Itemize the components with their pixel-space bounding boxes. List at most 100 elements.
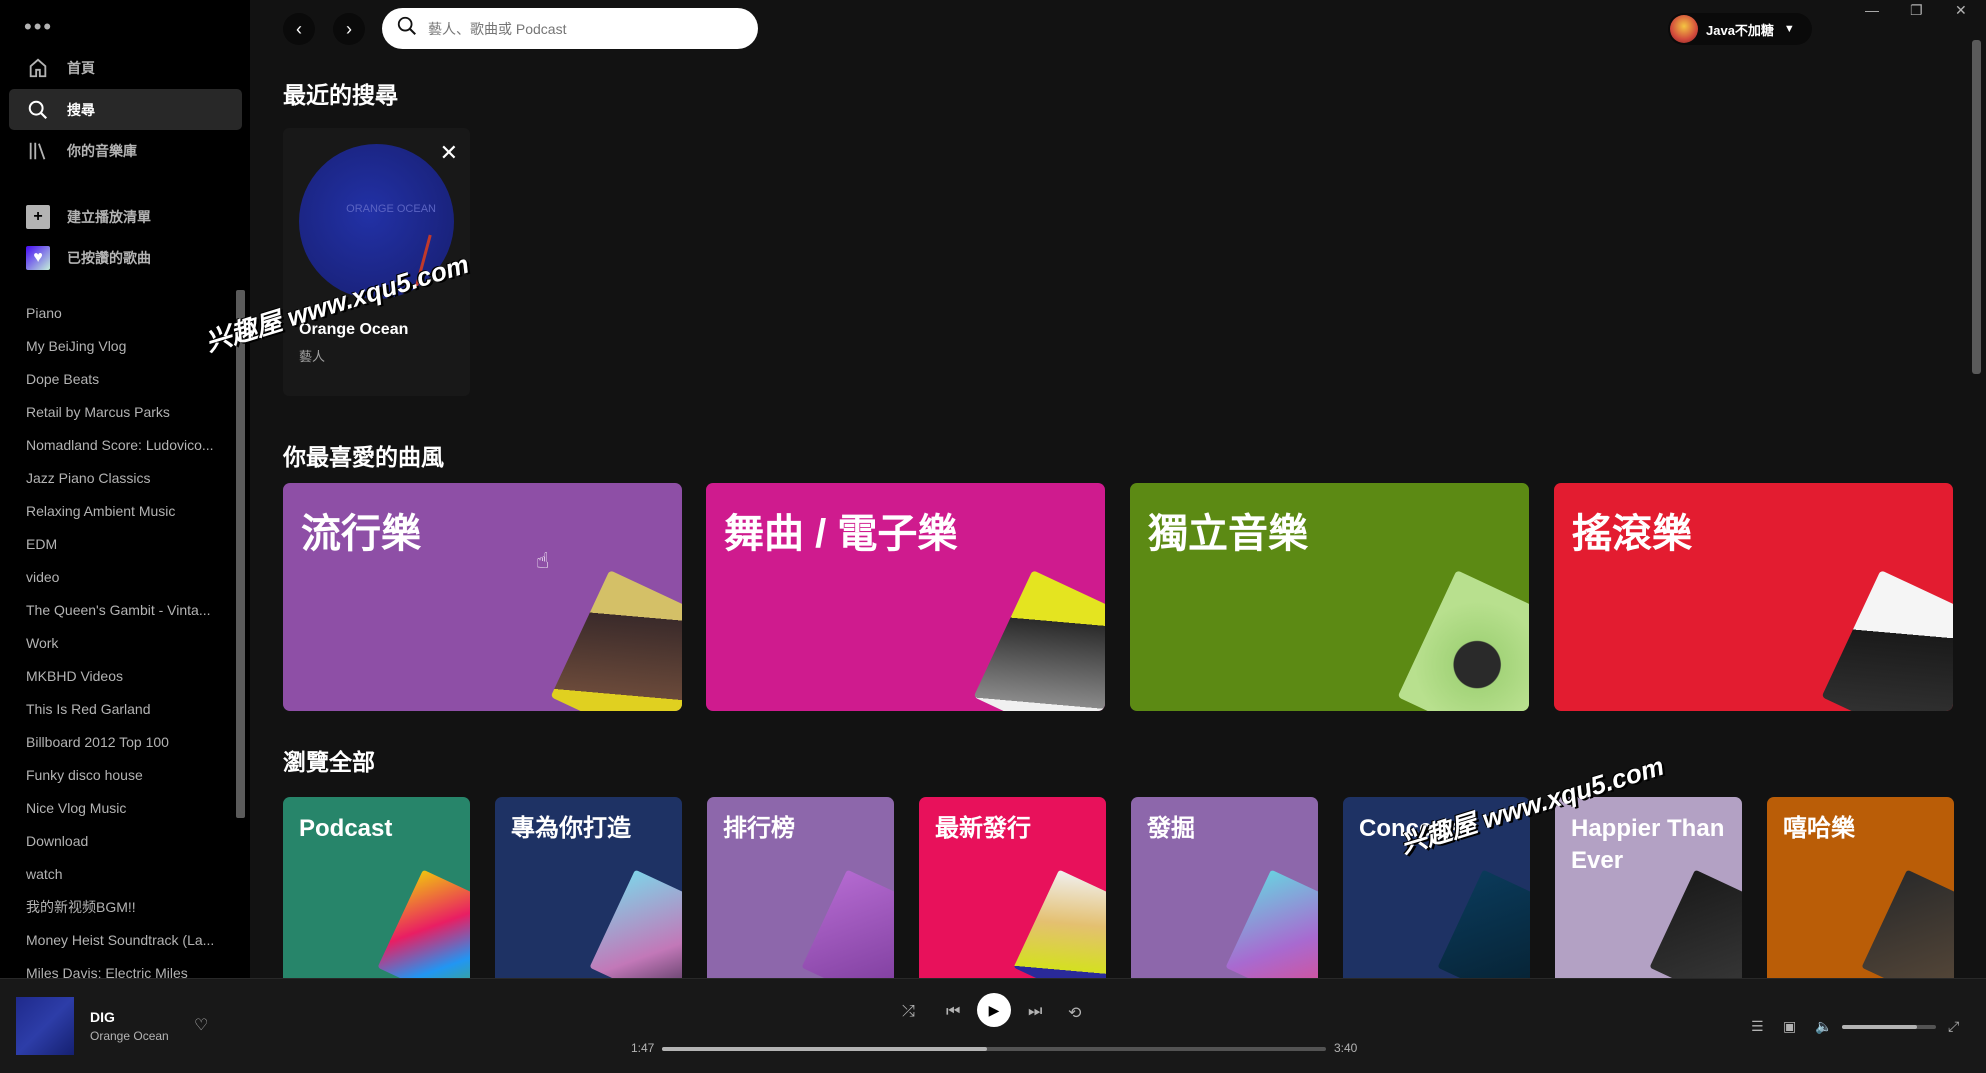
user-menu[interactable]: Java不加糖 ▼ — [1668, 13, 1812, 45]
play-button[interactable]: ▶ — [977, 993, 1011, 1027]
next-icon[interactable]: ⏭ — [1028, 1003, 1042, 1021]
shuffle-icon[interactable]: ⤮ — [902, 1003, 915, 1021]
playlist-item[interactable]: The Queen's Gambit - Vinta... — [26, 597, 226, 630]
playlist-item[interactable]: Jazz Piano Classics — [26, 465, 226, 498]
close-window-icon[interactable]: ✕ — [1955, 2, 1967, 19]
close-icon[interactable]: ✕ — [440, 140, 458, 166]
home-icon — [26, 56, 50, 80]
genre-label: 搖滾樂 — [1572, 512, 1692, 556]
browse-artwork — [377, 869, 470, 980]
liked-songs-button[interactable]: ♥ 已按讚的歌曲 — [26, 246, 151, 270]
playlist-item[interactable]: 我的新视频BGM!! — [26, 894, 226, 927]
queue-icon[interactable]: ☰ — [1751, 1018, 1764, 1035]
search-input[interactable] — [428, 20, 728, 37]
search-icon — [26, 98, 50, 122]
playlist-item[interactable]: Billboard 2012 Top 100 — [26, 729, 226, 762]
nav-home[interactable]: 首頁 — [9, 47, 242, 88]
liked-songs-label: 已按讚的歌曲 — [67, 250, 151, 266]
playlist-list: Piano My BeiJing Vlog Dope Beats Retail … — [26, 300, 226, 993]
forward-button[interactable]: › — [333, 13, 365, 45]
browse-card-made-for-you[interactable]: 專為你打造 — [495, 797, 682, 980]
playlist-item[interactable]: EDM — [26, 531, 226, 564]
playlist-item[interactable]: MKBHD Videos — [26, 663, 226, 696]
browse-label: Podcast — [299, 815, 393, 842]
browse-artwork — [589, 869, 682, 980]
browse-card-discover[interactable]: 發掘 — [1131, 797, 1318, 980]
now-playing-artwork[interactable] — [16, 997, 74, 1055]
browse-all-heading: 瀏覽全部 — [283, 749, 375, 775]
volume-icon[interactable]: 🔈 — [1815, 1018, 1832, 1035]
browse-card-charts[interactable]: 排行榜 — [707, 797, 894, 980]
more-menu-icon[interactable]: ••• — [24, 14, 53, 40]
genre-artwork — [1821, 570, 1953, 711]
back-button[interactable]: ‹ — [283, 13, 315, 45]
sidebar-scrollbar[interactable] — [236, 290, 245, 818]
browse-card-hip-hop[interactable]: 嘻哈樂 — [1767, 797, 1954, 980]
browse-label: 嘻哈樂 — [1783, 815, 1855, 842]
playlist-item[interactable]: Retail by Marcus Parks — [26, 399, 226, 432]
browse-artwork — [1649, 869, 1742, 980]
browse-artwork — [1861, 869, 1954, 980]
genre-card-rock[interactable]: 搖滾樂 — [1554, 483, 1953, 711]
now-playing-artist[interactable]: Orange Ocean — [90, 1029, 169, 1043]
browse-label: 專為你打造 — [511, 815, 631, 842]
playlist-item[interactable]: Funky disco house — [26, 762, 226, 795]
genre-card-indie[interactable]: 獨立音樂 — [1130, 483, 1529, 711]
user-name: Java不加糖 — [1706, 22, 1774, 38]
browse-label: Happier Than Ever — [1571, 815, 1725, 874]
playlist-item[interactable]: Relaxing Ambient Music — [26, 498, 226, 531]
devices-icon[interactable]: ▣ — [1783, 1018, 1796, 1035]
playlist-item[interactable]: video — [26, 564, 226, 597]
restore-icon[interactable]: ❐ — [1910, 2, 1923, 19]
heart-icon: ♥ — [26, 246, 50, 270]
library-icon — [26, 139, 50, 163]
volume-slider[interactable] — [1842, 1025, 1936, 1029]
playlist-item[interactable]: My BeiJing Vlog — [26, 333, 226, 366]
volume-fill — [1842, 1025, 1918, 1029]
nav-library-label: 你的音樂庫 — [67, 142, 137, 159]
playlist-item[interactable]: Download — [26, 828, 226, 861]
create-playlist-label: 建立播放清單 — [67, 209, 151, 225]
heart-icon[interactable]: ♡ — [194, 1015, 208, 1035]
playlist-item[interactable]: Piano — [26, 300, 226, 333]
nav-search[interactable]: 搜尋 — [9, 89, 242, 130]
genre-card-dance[interactable]: 舞曲 / 電子樂 — [706, 483, 1105, 711]
browse-artwork — [801, 869, 894, 980]
playlist-item[interactable]: Nomadland Score: Ludovico... — [26, 432, 226, 465]
recent-search-subtitle: 藝人 — [299, 349, 326, 364]
browse-card-new-releases[interactable]: 最新發行 — [919, 797, 1106, 980]
nav-library[interactable]: 你的音樂庫 — [9, 130, 242, 171]
mouse-cursor-icon: ☝ — [536, 548, 550, 573]
genre-label: 流行樂 — [301, 512, 421, 556]
browse-label: 發掘 — [1147, 815, 1195, 842]
now-playing-title[interactable]: DIG — [90, 1009, 115, 1025]
artist-image-text: ORANGE OCEAN — [346, 203, 436, 215]
progress-bar[interactable] — [662, 1047, 1326, 1051]
create-playlist-button[interactable]: + 建立播放清單 — [26, 205, 151, 229]
avatar — [1670, 15, 1698, 43]
chevron-left-icon: ‹ — [296, 18, 302, 39]
playlist-item[interactable]: Dope Beats — [26, 366, 226, 399]
playlist-item[interactable]: Money Heist Soundtrack (La... — [26, 927, 226, 960]
previous-icon[interactable]: ⏮ — [946, 1003, 960, 1021]
playlist-item[interactable]: watch — [26, 861, 226, 894]
main-scrollbar[interactable] — [1972, 40, 1981, 374]
genre-artwork — [973, 570, 1105, 711]
playlist-item[interactable]: This Is Red Garland — [26, 696, 226, 729]
recent-searches-heading: 最近的搜尋 — [283, 82, 398, 108]
genre-label: 舞曲 / 電子樂 — [724, 512, 958, 556]
browse-artwork — [1013, 869, 1106, 980]
playlist-item[interactable]: Nice Vlog Music — [26, 795, 226, 828]
genre-card-pop[interactable]: 流行樂 — [283, 483, 682, 711]
genre-artwork — [1397, 570, 1529, 711]
repeat-icon[interactable]: ⟲ — [1068, 1003, 1081, 1023]
playlist-item[interactable]: Work — [26, 630, 226, 663]
search-box[interactable] — [382, 8, 758, 49]
elapsed-time: 1:47 — [631, 1041, 655, 1055]
fullscreen-icon[interactable]: ⤢ — [1948, 1018, 1959, 1035]
player-bar: DIG Orange Ocean ♡ ⤮ ⏮ ▶ ⏭ ⟲ 1:47 3:40 ☰… — [0, 978, 1986, 1073]
browse-card-happier-than-ever[interactable]: Happier Than Ever — [1555, 797, 1742, 980]
caret-down-icon: ▼ — [1783, 23, 1795, 35]
minimize-icon[interactable]: — — [1865, 2, 1879, 18]
browse-card-podcast[interactable]: Podcast — [283, 797, 470, 980]
